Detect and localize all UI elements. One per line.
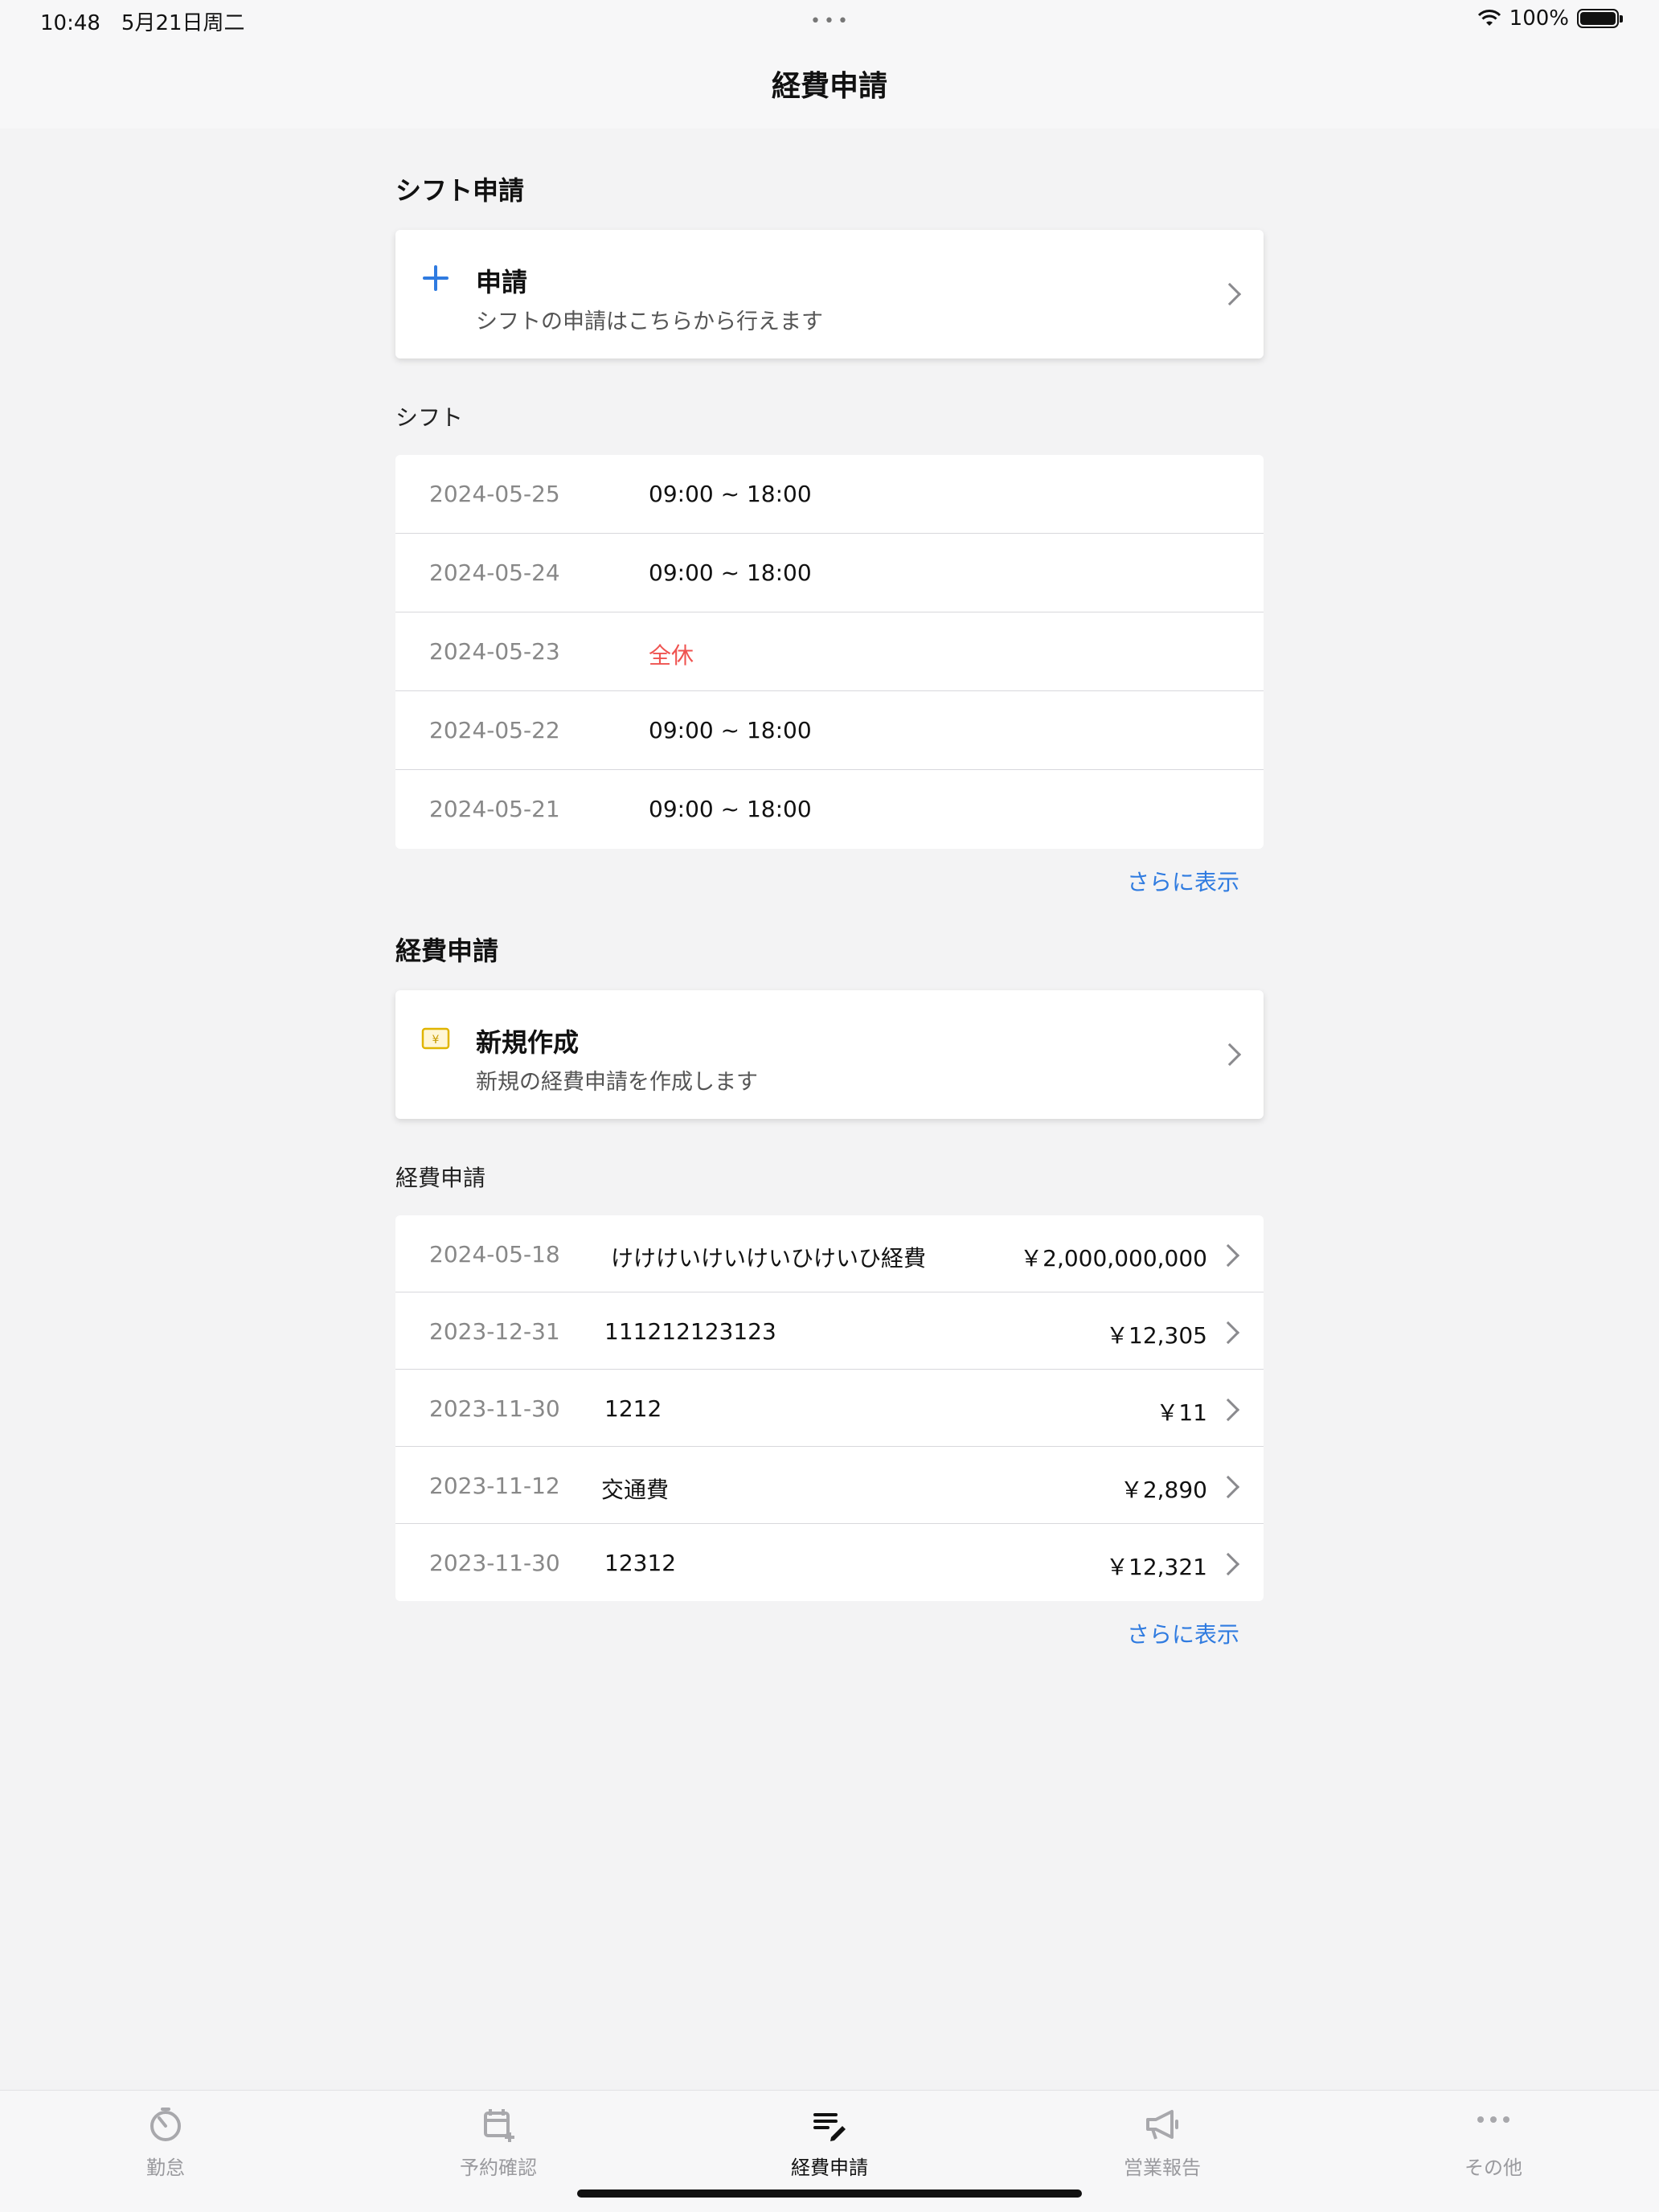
battery-icon <box>1577 9 1623 28</box>
expense-name: 12312 <box>604 1550 677 1576</box>
expense-date: 2023-11-30 <box>429 1550 560 1576</box>
expense-date: 2023-11-12 <box>429 1473 560 1499</box>
shift-date: 2024-05-23 <box>429 638 560 665</box>
chevron-right-icon <box>1216 1321 1240 1345</box>
expense-new-button[interactable]: ¥ 新規作成 新規の経費申請を作成します <box>395 990 1264 1119</box>
expense-amount: ￥12,305 <box>1106 1322 1207 1349</box>
tab-reservation[interactable]: 予約確認 <box>418 2105 579 2180</box>
shift-row: 2024-05-22 09:00 ~ 18:00 <box>395 691 1264 770</box>
shift-apply-title: 申請 <box>476 267 528 297</box>
expense-date: 2023-12-31 <box>429 1318 560 1345</box>
expense-amount: ￥2,000,000,000 <box>1020 1245 1207 1272</box>
plus-icon <box>423 265 449 291</box>
expense-name: 111212123123 <box>604 1318 776 1345</box>
expense-amount: ￥11 <box>1156 1399 1207 1426</box>
chevron-right-icon <box>1216 1552 1240 1576</box>
shift-row: 2024-05-25 09:00 ~ 18:00 <box>395 455 1264 534</box>
megaphone-icon <box>1146 2110 1178 2140</box>
edit-list-icon <box>813 2113 846 2141</box>
tab-sales-report[interactable]: 営業報告 <box>1082 2105 1243 2180</box>
expense-show-more-link[interactable]: さらに表示 <box>1127 1617 1239 1649</box>
shift-date: 2024-05-21 <box>429 796 560 822</box>
expense-new-desc: 新規の経費申請を作成します <box>476 1070 758 1095</box>
stopwatch-icon <box>150 2108 181 2141</box>
calendar-add-icon <box>484 2109 514 2142</box>
expense-new-title: 新規作成 <box>476 1027 580 1058</box>
shift-row: 2024-05-24 09:00 ~ 18:00 <box>395 534 1264 612</box>
yen-card-icon: ¥ <box>421 1027 450 1050</box>
shift-time: 09:00 ~ 18:00 <box>649 559 812 586</box>
chevron-right-icon <box>1216 1243 1240 1268</box>
top-bar: 10:48 5月21日周二 ••• 100% 経費申請 <box>0 0 1659 129</box>
more-dots-icon <box>1477 2116 1509 2123</box>
battery-percent: 100% <box>1509 6 1569 31</box>
shift-day-off: 全休 <box>649 642 694 669</box>
expense-amount: ￥2,890 <box>1120 1477 1207 1503</box>
tab-label: 営業報告 <box>1124 2157 1201 2179</box>
wifi-icon <box>1477 10 1501 26</box>
shift-row: 2024-05-21 09:00 ~ 18:00 <box>395 770 1264 849</box>
tab-label: 経費申請 <box>791 2157 868 2179</box>
chevron-right-icon <box>1218 1043 1242 1067</box>
shift-list-title: シフト <box>395 404 464 431</box>
expense-row[interactable]: 2024-05-18 けけけいけいけいひけいひ経費 ￥2,000,000,000 <box>395 1215 1264 1292</box>
status-right: 100% <box>1477 6 1623 31</box>
expense-amount: ￥12,321 <box>1106 1554 1207 1580</box>
expense-row[interactable]: 2023-11-30 1212 ￥11 <box>395 1370 1264 1447</box>
shift-date: 2024-05-24 <box>429 559 560 586</box>
shift-apply-button[interactable]: 申請 シフトの申請はこちらから行えます <box>395 230 1264 358</box>
tab-label: その他 <box>1464 2157 1522 2179</box>
shift-time: 09:00 ~ 18:00 <box>649 481 812 507</box>
expense-section-title: 経費申請 <box>395 936 499 966</box>
expense-row[interactable]: 2023-11-12 交通費 ￥2,890 <box>395 1447 1264 1524</box>
home-indicator[interactable] <box>577 2189 1082 2198</box>
tab-label: 勤怠 <box>146 2157 185 2179</box>
shift-date: 2024-05-22 <box>429 717 560 743</box>
tab-expense[interactable]: 経費申請 <box>749 2105 910 2180</box>
expense-list: 2024-05-18 けけけいけいけいひけいひ経費 ￥2,000,000,000… <box>395 1215 1264 1601</box>
tab-label: 予約確認 <box>460 2157 537 2179</box>
expense-date: 2023-11-30 <box>429 1395 560 1422</box>
expense-row[interactable]: 2023-11-30 12312 ￥12,321 <box>395 1524 1264 1601</box>
expense-name: けけけいけいけいひけいひ経費 <box>611 1245 927 1272</box>
tab-other[interactable]: その他 <box>1413 2105 1574 2180</box>
expense-name: 1212 <box>604 1395 662 1422</box>
tab-attendance[interactable]: 勤怠 <box>85 2105 246 2180</box>
shift-row: 2024-05-23 全休 <box>395 612 1264 691</box>
expense-list-title: 経費申請 <box>395 1165 486 1191</box>
shift-section-title: シフト申請 <box>395 175 525 206</box>
chevron-right-icon <box>1216 1475 1240 1499</box>
shift-time: 09:00 ~ 18:00 <box>649 717 812 743</box>
shift-date: 2024-05-25 <box>429 481 560 507</box>
expense-row[interactable]: 2023-12-31 111212123123 ￥12,305 <box>395 1292 1264 1370</box>
shift-list: 2024-05-25 09:00 ~ 18:00 2024-05-24 09:0… <box>395 455 1264 849</box>
chevron-right-icon <box>1216 1398 1240 1422</box>
chevron-right-icon <box>1218 282 1242 306</box>
status-time: 10:48 5月21日周二 <box>40 11 245 35</box>
expense-date: 2024-05-18 <box>429 1241 560 1268</box>
shift-apply-desc: シフトの申請はこちらから行えます <box>476 309 823 334</box>
svg-text:¥: ¥ <box>432 1034 440 1047</box>
expense-name: 交通費 <box>601 1477 670 1503</box>
multitask-dots[interactable]: ••• <box>810 11 851 31</box>
shift-time: 09:00 ~ 18:00 <box>649 796 812 822</box>
page-title: 経費申請 <box>771 70 887 103</box>
shift-show-more-link[interactable]: さらに表示 <box>1127 865 1239 897</box>
